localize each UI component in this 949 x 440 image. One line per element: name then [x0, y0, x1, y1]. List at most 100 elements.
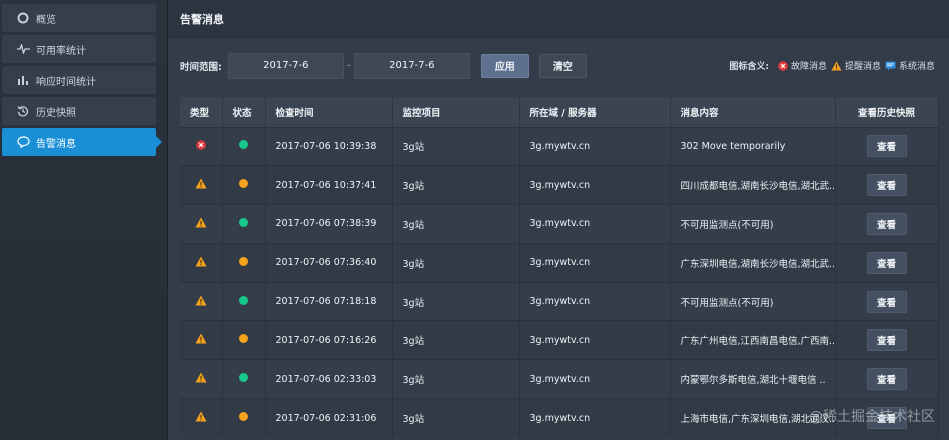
end-date-input[interactable] — [353, 52, 470, 79]
column-header-status: 状态 — [222, 97, 266, 127]
check-time-cell: 2017-07-06 10:39:38 — [265, 126, 393, 166]
history-icon — [16, 104, 30, 118]
check-time-cell: 2017-07-06 07:16:26 — [265, 320, 393, 360]
check-time-cell: 2017-07-06 07:36:40 — [265, 242, 393, 283]
warning-icon — [831, 61, 842, 71]
server-cell: 3g.mywtv.cn — [519, 398, 671, 438]
project-cell: 3g站 — [392, 359, 520, 399]
warning-icon — [195, 333, 207, 344]
table-row: 2017-07-06 10:37:41 3g站 3g.mywtv.cn 四川成都电信,… — [180, 165, 939, 205]
table-row: 2017-07-06 02:33:03 3g站 3g.mywtv.cn 内蒙鄂尔多斯电… — [180, 359, 939, 399]
status-cell — [222, 165, 266, 205]
legend-item-warning: 提醒消息 — [831, 59, 881, 72]
type-cell — [180, 126, 223, 166]
status-dot-icon — [239, 334, 248, 344]
message-cell: 广东广州电信,江西南昌电信,广西南.. — [670, 320, 836, 360]
icon-legend: 图标含义: 故障消息 提醒消息 系统消息 — [729, 38, 939, 93]
snapshot-cell: 查看 — [835, 242, 939, 283]
type-cell — [180, 242, 223, 283]
check-time-cell: 2017-07-06 07:18:18 — [265, 281, 393, 321]
view-snapshot-button[interactable]: 查看 — [866, 212, 907, 235]
server-cell: 3g.mywtv.cn — [519, 242, 671, 283]
fault-icon — [778, 60, 788, 71]
clear-button[interactable]: 清空 — [538, 53, 587, 78]
snapshot-cell: 查看 — [835, 126, 939, 166]
warning-icon — [195, 295, 207, 306]
message-cell: 302 Move temporarily — [670, 126, 836, 166]
type-cell — [180, 398, 223, 438]
message-cell: 不可用监测点(不可用) — [670, 204, 836, 244]
server-cell: 3g.mywtv.cn — [519, 126, 671, 166]
sidebar-item-alerts[interactable]: 告警消息 — [2, 128, 162, 156]
server-cell: 3g.mywtv.cn — [519, 281, 671, 321]
sidebar-item-history[interactable]: 历史快照 — [2, 97, 156, 125]
message-cell: 广东深圳电信,湖南长沙电信,湖北武.. — [670, 242, 836, 283]
bar-chart-icon — [16, 73, 30, 87]
status-dot-icon — [239, 217, 248, 227]
status-cell — [222, 126, 266, 166]
legend-title: 图标含义: — [729, 62, 769, 72]
project-cell: 3g站 — [392, 126, 520, 166]
check-time-cell: 2017-07-06 02:33:03 — [265, 359, 393, 399]
server-cell: 3g.mywtv.cn — [519, 320, 671, 360]
start-date-input[interactable] — [227, 52, 344, 79]
message-cell: 不可用监测点(不可用) — [670, 281, 836, 321]
project-cell: 3g站 — [392, 165, 520, 205]
view-snapshot-button[interactable]: 查看 — [866, 368, 907, 391]
column-header-type: 类型 — [180, 97, 223, 127]
status-dot-icon — [239, 140, 248, 150]
alert-message-icon — [16, 135, 30, 149]
server-cell: 3g.mywtv.cn — [519, 204, 671, 244]
status-dot-icon — [239, 295, 248, 305]
view-snapshot-button[interactable]: 查看 — [866, 329, 907, 352]
sidebar-item-availability[interactable]: 可用率统计 — [2, 35, 156, 63]
warning-icon — [195, 372, 207, 383]
warning-icon — [195, 411, 207, 422]
warning-icon — [195, 217, 207, 228]
sidebar-item-label: 响应时间统计 — [36, 76, 96, 88]
status-cell — [222, 359, 266, 399]
project-cell: 3g站 — [392, 398, 520, 438]
fault-icon — [195, 140, 206, 150]
type-cell — [180, 320, 223, 360]
snapshot-cell: 查看 — [835, 320, 939, 360]
server-cell: 3g.mywtv.cn — [519, 359, 671, 399]
sidebar-item-overview[interactable]: 概览 — [2, 4, 156, 32]
status-cell — [222, 242, 266, 283]
snapshot-cell: 查看 — [835, 359, 939, 399]
view-snapshot-button[interactable]: 查看 — [866, 290, 907, 313]
table-header-row: 类型 状态 检查时间 监控项目 所在域 / 服务器 消息内容 查看历史快照 — [180, 97, 939, 127]
server-cell: 3g.mywtv.cn — [519, 165, 671, 205]
table-row: 2017-07-06 10:39:38 3g站 3g.mywtv.cn 302 Mov… — [180, 126, 939, 166]
table-row: 2017-07-06 07:18:18 3g站 3g.mywtv.cn 不可用监测点(… — [180, 281, 939, 321]
sidebar-item-response-time[interactable]: 响应时间统计 — [2, 66, 156, 94]
apply-button[interactable]: 应用 — [480, 53, 529, 78]
page-title: 告警消息 — [169, 0, 949, 38]
table-row: 2017-07-06 07:16:26 3g站 3g.mywtv.cn 广东广州电信,… — [180, 320, 939, 360]
status-cell — [222, 204, 266, 244]
warning-icon — [195, 178, 207, 189]
check-time-cell: 2017-07-06 10:37:41 — [265, 165, 393, 205]
project-cell: 3g站 — [392, 320, 520, 360]
legend-label: 提醒消息 — [844, 62, 881, 72]
status-dot-icon — [239, 412, 248, 422]
legend-label: 系统消息 — [898, 62, 935, 72]
main-panel: 告警消息 时间范围: – 应用 清空 图标含义: 故障消息 提醒消息 — [169, 0, 949, 440]
overview-icon — [16, 11, 30, 25]
view-snapshot-button[interactable]: 查看 — [866, 135, 907, 158]
type-cell — [180, 359, 223, 399]
check-time-cell: 2017-07-06 07:38:39 — [265, 204, 393, 244]
status-cell — [222, 320, 266, 360]
view-snapshot-button[interactable]: 查看 — [866, 174, 907, 197]
snapshot-cell: 查看 — [835, 204, 939, 244]
status-cell — [222, 281, 266, 321]
type-cell — [180, 165, 223, 205]
pulse-icon — [16, 42, 30, 56]
table-row: 2017-07-06 07:38:39 3g站 3g.mywtv.cn 不可用监测点(… — [180, 204, 939, 244]
view-snapshot-button[interactable]: 查看 — [866, 251, 907, 274]
column-header-server: 所在域 / 服务器 — [519, 97, 671, 127]
system-message-icon — [885, 61, 896, 71]
column-header-project: 监控项目 — [392, 97, 520, 127]
status-dot-icon — [239, 373, 248, 383]
sidebar: 概览 可用率统计 响应时间统计 历史快照 告警消息 — [0, 0, 168, 440]
